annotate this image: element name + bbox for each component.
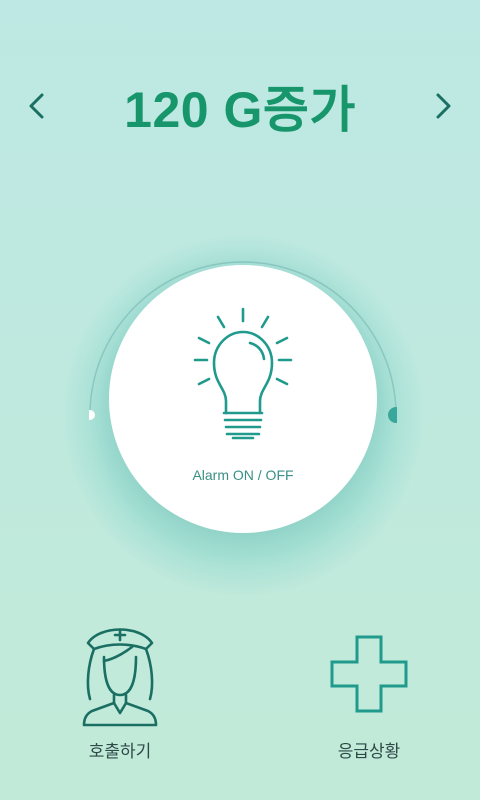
prev-button[interactable] (16, 82, 56, 130)
call-nurse-button[interactable]: 호출하기 (45, 615, 195, 775)
dial-start-dot (89, 410, 95, 420)
chevron-right-icon (436, 93, 451, 119)
medical-cross-icon (330, 635, 408, 713)
page-title: 120 G증가 (124, 82, 356, 138)
dial-handle[interactable] (388, 407, 397, 423)
call-nurse-label: 호출하기 (88, 742, 152, 762)
chevron-left-icon (29, 93, 44, 119)
nurse-icon (82, 628, 158, 727)
emergency-label: 응급상황 (337, 742, 401, 762)
next-button[interactable] (424, 82, 464, 130)
emergency-button[interactable]: 응급상황 (294, 615, 444, 775)
alarm-toggle-label: Alarm ON / OFF (192, 467, 294, 483)
lightbulb-icon (193, 307, 293, 440)
